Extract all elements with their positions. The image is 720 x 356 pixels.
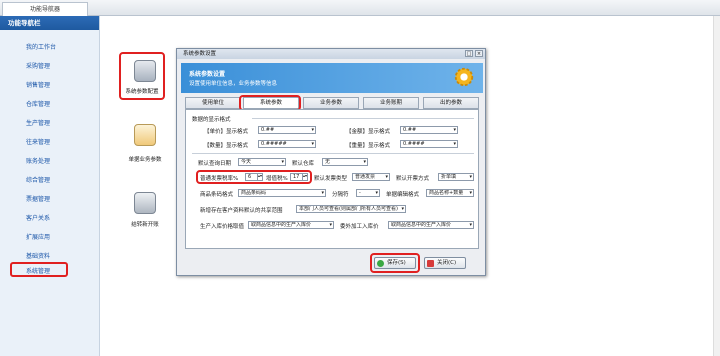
sidebar-item-crm[interactable]: 客户关系: [26, 213, 50, 222]
tab-business-params[interactable]: 业务参数: [303, 97, 359, 109]
maximize-icon[interactable]: □: [465, 50, 473, 57]
unit-price-format-label: 【单价】显示格式: [204, 129, 249, 135]
divider: [192, 153, 474, 154]
unit-price-format-select[interactable]: 0.## ▾: [258, 126, 316, 134]
default-date-select[interactable]: 今天 ▾: [238, 158, 286, 166]
outsourcing-price-label: 委外加工入库价: [340, 224, 379, 230]
save-button-label: 保存(S): [387, 260, 406, 266]
separator-select[interactable]: - ▾: [356, 189, 380, 197]
tab-function-navigator[interactable]: 功能导航器: [2, 2, 88, 16]
sidebar-header: 功能导航栏: [0, 16, 99, 30]
database-green-icon[interactable]: [134, 192, 156, 214]
quantity-format-label: 【数量】显示格式: [204, 143, 249, 149]
sidebar-item-basic-data[interactable]: 基础资料: [26, 251, 50, 260]
sidebar-item-sales[interactable]: 销售管理: [26, 80, 50, 89]
database-gear-icon[interactable]: [134, 60, 156, 82]
amount-format-select[interactable]: 0.## ▾: [400, 126, 458, 134]
vat-rate-stepper[interactable]: 17 ▴▾: [290, 173, 308, 181]
sidebar-item-accounts[interactable]: 往来管理: [26, 137, 50, 146]
default-warehouse-label: 默认仓库: [292, 161, 315, 167]
dialog-header-banner: 系统参数设置 设置使用单位信息，业务参数等信息: [181, 63, 483, 93]
weight-format-label: 【重量】显示格式: [346, 143, 391, 149]
normal-invoice-rate-label: 普通发票税率%: [200, 176, 239, 182]
sidebar-item-label: 系统管理: [26, 268, 51, 275]
close-icon[interactable]: ×: [475, 50, 483, 57]
top-tab-bar: 功能导航器: [0, 0, 720, 16]
vat-rate-label: 增值税%: [266, 176, 288, 182]
default-billing-method-label: 默认开票方式: [396, 176, 430, 182]
dialog-title: 系统参数设置: [177, 49, 485, 59]
save-button[interactable]: 保存(S): [374, 257, 416, 269]
sidebar-item-bookkeeping[interactable]: 账务处理: [26, 156, 50, 165]
production-price-label: 生产入库价格取值: [200, 224, 245, 230]
customer-share-scope-label: 新增存在客户资料默认的共享范围: [200, 208, 283, 214]
sidebar: 功能导航栏 我的工作台 采购管理 销售管理 仓库管理 生产管理 往来管理 账务处…: [0, 16, 100, 356]
icon-label-carry-forward[interactable]: 结转新开账: [115, 220, 175, 228]
sidebar-item-bills[interactable]: 票据管理: [26, 194, 50, 203]
system-params-dialog: 系统参数设置 □ × 系统参数设置 设置使用单位信息，业务参数等信息 使用单位 …: [176, 48, 486, 276]
sidebar-item-workbench[interactable]: 我的工作台: [26, 42, 56, 51]
document-edit-format-label: 单据编辑格式: [386, 192, 420, 198]
dialog-header-subtitle: 设置使用单位信息，业务参数等信息: [189, 81, 278, 87]
sidebar-item-general[interactable]: 综合管理: [26, 175, 50, 184]
sidebar-item-extensions[interactable]: 扩展应用: [26, 232, 50, 241]
gear-icon: [454, 67, 474, 87]
default-warehouse-select[interactable]: 无 ▾: [322, 158, 368, 166]
default-billing-method-select[interactable]: 折单填 ▾: [438, 173, 474, 181]
document-settings-icon[interactable]: [134, 124, 156, 146]
dialog-tabs: 使用单位 系统参数 业务参数 业务账期 出的参数: [185, 97, 481, 109]
close-button-label: 关闭(C): [437, 260, 457, 266]
icon-label-system-params[interactable]: 系统参数配置: [112, 87, 172, 95]
tab-business-period[interactable]: 业务账期: [363, 97, 419, 109]
amount-format-label: 【金额】显示格式: [346, 129, 391, 135]
tab-other-params[interactable]: 出的参数: [423, 97, 479, 109]
weight-format-select[interactable]: 0.#### ▾: [400, 140, 458, 148]
icon-label-document-params[interactable]: 单据业务参数: [115, 155, 175, 163]
close-button[interactable]: 关闭(C): [424, 257, 466, 269]
system-params-panel: 数据的显示格式 【单价】显示格式 0.## ▾ 【金额】显示格式 0.## ▾ 【数…: [185, 109, 479, 249]
close-x-icon: [427, 260, 434, 267]
default-date-label: 默认查询日期: [198, 161, 232, 167]
production-price-select[interactable]: 取商品信息中的生产入库价 ▾: [248, 221, 334, 229]
customer-share-scope-select[interactable]: 本部门人员可查看(则属部门所有人员可查看) ▾: [296, 205, 406, 213]
sidebar-item-production[interactable]: 生产管理: [26, 118, 50, 127]
tab-unit[interactable]: 使用单位: [185, 97, 241, 109]
outsourcing-price-select[interactable]: 取商品信息中的生产入库价 ▾: [388, 221, 474, 229]
document-edit-format-select[interactable]: 商品名称+数量 ▾: [426, 189, 474, 197]
scrollbar[interactable]: [713, 16, 720, 356]
dialog-header-title: 系统参数设置: [189, 71, 226, 78]
section-divider: [252, 118, 474, 119]
default-invoice-type-select[interactable]: 普通发票 ▾: [352, 173, 390, 181]
sidebar-item-warehouse[interactable]: 仓库管理: [26, 99, 50, 108]
check-icon: [377, 260, 384, 267]
sidebar-item-purchase[interactable]: 采购管理: [26, 61, 50, 70]
separator-label: 分隔符: [332, 192, 349, 198]
section-label: 数据的显示格式: [192, 117, 231, 123]
quantity-format-select[interactable]: 0.##### ▾: [258, 140, 316, 148]
sidebar-item-system-management[interactable]: 系统管理: [10, 262, 68, 277]
normal-invoice-rate-stepper[interactable]: 6 ▴▾: [245, 173, 263, 181]
barcode-format-label: 商品条码格式: [200, 192, 234, 198]
barcode-format-select[interactable]: 商品条码码 ▾: [238, 189, 326, 197]
default-invoice-type-label: 默认发票类型: [314, 176, 348, 182]
